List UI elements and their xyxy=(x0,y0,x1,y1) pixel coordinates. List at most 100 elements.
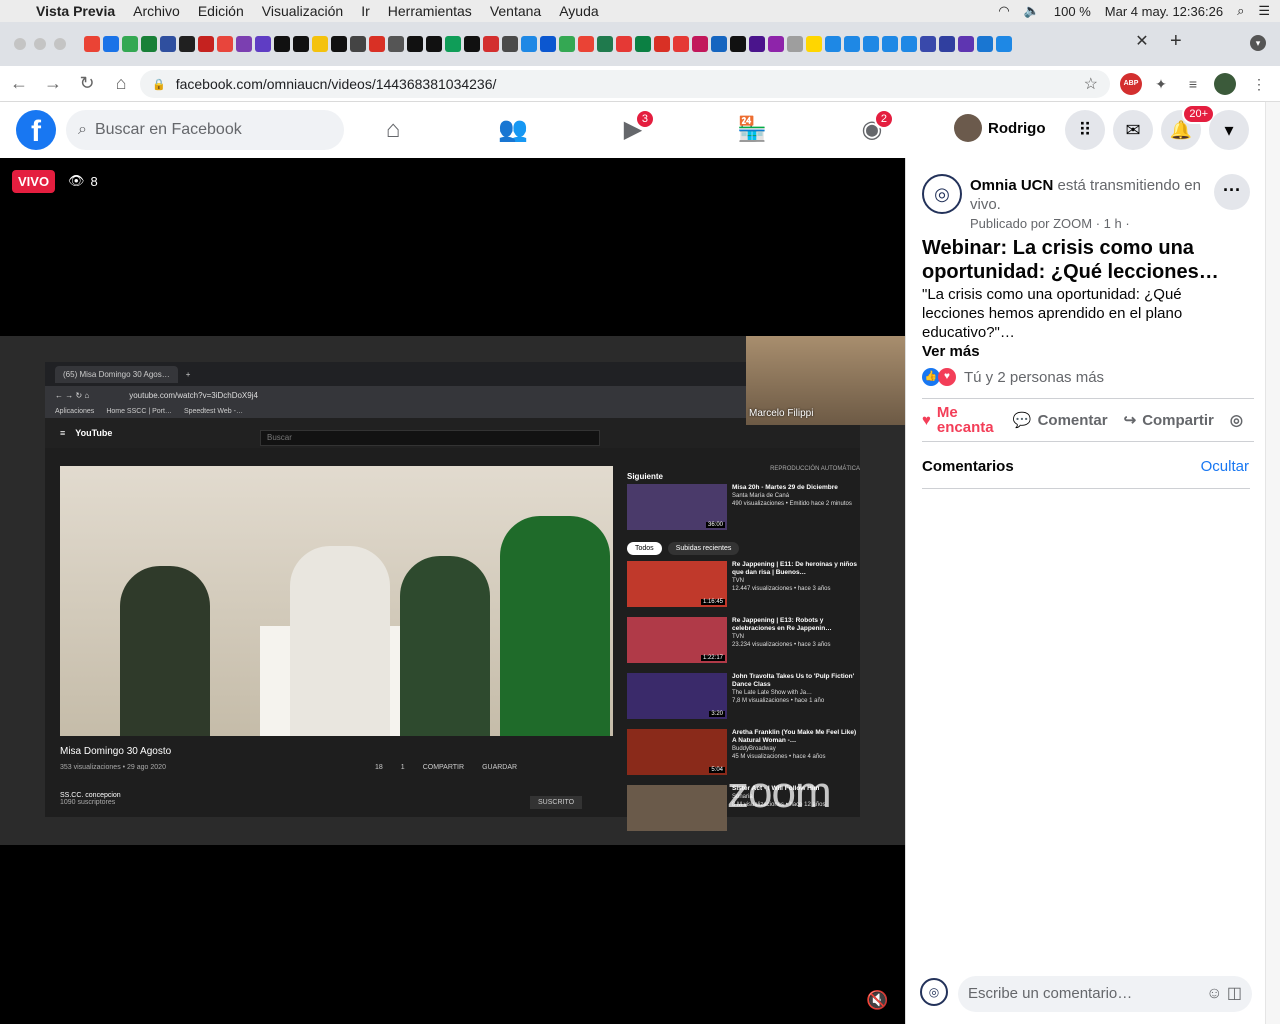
hide-comments-link[interactable]: Ocultar xyxy=(1201,458,1249,475)
pinned-tab-favicon[interactable] xyxy=(350,36,366,52)
pinned-tab-favicon[interactable] xyxy=(673,36,689,52)
pinned-tab-favicon[interactable] xyxy=(141,36,157,52)
pinned-tab-favicon[interactable] xyxy=(312,36,328,52)
back-icon[interactable]: ← xyxy=(4,73,34,94)
friends-nav-icon[interactable]: 👥 xyxy=(493,112,533,148)
pinned-tab-favicon[interactable] xyxy=(939,36,955,52)
emoji-sticker-icons[interactable]: ☺ ◫ xyxy=(1206,976,1242,1012)
menu-ayuda[interactable]: Ayuda xyxy=(559,3,598,19)
pinned-tab-favicon[interactable] xyxy=(825,36,841,52)
reactions-summary[interactable]: 👍 ♥ Tú y 2 personas más xyxy=(922,368,1104,386)
volume-muted-icon[interactable]: 🔇 xyxy=(866,990,888,1011)
lock-icon[interactable]: 🔒 xyxy=(152,78,166,91)
minimize-window-icon[interactable] xyxy=(34,38,46,50)
wifi-icon[interactable]: ◠ xyxy=(998,3,1009,19)
pinned-tab-favicon[interactable] xyxy=(863,36,879,52)
pinned-tab-favicon[interactable] xyxy=(483,36,499,52)
pinned-tab-favicon[interactable] xyxy=(122,36,138,52)
pinned-tab-favicon[interactable] xyxy=(730,36,746,52)
pinned-tab-favicon[interactable] xyxy=(844,36,860,52)
pinned-tab-favicon[interactable] xyxy=(198,36,214,52)
pinned-tab-favicon[interactable] xyxy=(787,36,803,52)
comment-button[interactable]: 💬 Comentar xyxy=(1013,411,1108,430)
menu-ir[interactable]: Ir xyxy=(361,3,370,19)
pinned-tab-favicon[interactable] xyxy=(84,36,100,52)
pinned-tab-favicon[interactable] xyxy=(103,36,119,52)
menu-archivo[interactable]: Archivo xyxy=(133,3,180,19)
volume-icon[interactable]: 🔈 xyxy=(1024,3,1040,19)
pinned-tab-favicon[interactable] xyxy=(540,36,556,52)
chrome-menu-icon[interactable]: ⋮ xyxy=(1248,73,1270,95)
pinned-tab-favicon[interactable] xyxy=(578,36,594,52)
love-button[interactable]: ♥ Me encanta xyxy=(922,405,997,435)
pinned-tab-favicon[interactable] xyxy=(977,36,993,52)
pinned-tab-favicon[interactable] xyxy=(806,36,822,52)
share-button[interactable]: ↪ Compartir xyxy=(1124,411,1214,430)
pinned-tab-favicon[interactable] xyxy=(901,36,917,52)
pinned-tab-favicon[interactable] xyxy=(331,36,347,52)
pinned-tab-favicon[interactable] xyxy=(160,36,176,52)
pinned-tab-favicon[interactable] xyxy=(445,36,461,52)
pinned-tab-favicon[interactable] xyxy=(996,36,1012,52)
pinned-tab-favicon[interactable] xyxy=(749,36,765,52)
pinned-tab-favicon[interactable] xyxy=(616,36,632,52)
pinned-tab-favicon[interactable] xyxy=(179,36,195,52)
facebook-search[interactable]: ⌕ Buscar en Facebook xyxy=(66,110,344,150)
control-center-icon[interactable]: ☰ xyxy=(1258,3,1270,19)
marketplace-nav-icon[interactable]: 🏪 xyxy=(732,112,772,148)
extensions-icon[interactable]: ✦ xyxy=(1150,73,1172,95)
messenger-icon[interactable]: ✉ xyxy=(1113,110,1153,150)
pinned-tab-favicon[interactable] xyxy=(464,36,480,52)
pinned-tab-favicon[interactable] xyxy=(768,36,784,52)
post-options-icon[interactable]: ··· xyxy=(1214,174,1250,210)
groups-nav-icon[interactable]: ◉ 2 xyxy=(852,109,894,148)
pinned-tab-favicon[interactable] xyxy=(635,36,651,52)
adblock-icon[interactable]: ABP xyxy=(1120,73,1142,95)
menu-grid-icon[interactable]: ⠿ xyxy=(1065,110,1105,150)
see-more-link[interactable]: Ver más xyxy=(922,343,980,360)
video-player[interactable]: VIVO 👁 8 (65) Misa Domingo 30 Agos… + ← … xyxy=(0,158,905,1024)
pinned-tab-favicon[interactable] xyxy=(692,36,708,52)
menu-edicion[interactable]: Edición xyxy=(198,3,244,19)
menu-herramientas[interactable]: Herramientas xyxy=(388,3,472,19)
pinned-tab-favicon[interactable] xyxy=(274,36,290,52)
post-time[interactable]: · 1 h · xyxy=(1096,216,1130,231)
tab-close-icon[interactable]: ✕ xyxy=(1130,30,1154,54)
pinned-tab-favicon[interactable] xyxy=(521,36,537,52)
pinned-tab-favicon[interactable] xyxy=(236,36,252,52)
reading-list-icon[interactable]: ≡ xyxy=(1182,73,1204,95)
profile-link[interactable]: Rodrigo xyxy=(954,114,1046,142)
pinned-tab-favicon[interactable] xyxy=(388,36,404,52)
pinned-tab-favicon[interactable] xyxy=(958,36,974,52)
clock[interactable]: Mar 4 may. 12:36:26 xyxy=(1105,4,1223,19)
pinned-tab-favicon[interactable] xyxy=(502,36,518,52)
bookmark-star-icon[interactable]: ☆ xyxy=(1084,74,1098,94)
page-name[interactable]: Omnia UCN xyxy=(970,177,1053,194)
page-avatar[interactable]: ◎ xyxy=(922,174,962,214)
forward-icon[interactable]: → xyxy=(38,73,68,94)
url-field[interactable]: 🔒 facebook.com/omniaucn/videos/144368381… xyxy=(140,70,1110,98)
pinned-tab-favicon[interactable] xyxy=(426,36,442,52)
home-icon[interactable]: ⌂ xyxy=(106,73,136,94)
menu-visualizacion[interactable]: Visualización xyxy=(262,3,343,19)
close-window-icon[interactable] xyxy=(14,38,26,50)
pinned-tab-favicon[interactable] xyxy=(559,36,575,52)
spotlight-icon[interactable]: ⌕ xyxy=(1237,3,1244,19)
app-menu[interactable]: Vista Previa xyxy=(36,3,115,19)
pinned-tab-favicon[interactable] xyxy=(407,36,423,52)
battery-text[interactable]: 100 % xyxy=(1054,4,1091,19)
profile-avatar[interactable] xyxy=(1214,73,1236,95)
new-tab-button[interactable]: + xyxy=(1170,30,1182,53)
maximize-window-icon[interactable] xyxy=(54,38,66,50)
account-dropdown-icon[interactable]: ▾ xyxy=(1209,110,1249,150)
notifications-icon[interactable]: 🔔 20+ xyxy=(1161,104,1215,150)
pinned-tab-favicon[interactable] xyxy=(369,36,385,52)
pinned-tab-favicon[interactable] xyxy=(920,36,936,52)
comment-input[interactable]: Escribe un comentario… ☺ ◫ xyxy=(958,976,1252,1012)
pinned-tab-favicon[interactable] xyxy=(711,36,727,52)
page-scrollbar[interactable] xyxy=(1265,102,1280,1024)
reload-icon[interactable]: ↻ xyxy=(72,73,102,94)
facebook-logo[interactable]: f xyxy=(16,110,56,150)
actor-selector[interactable]: ◎ xyxy=(1230,411,1243,429)
menu-ventana[interactable]: Ventana xyxy=(490,3,541,19)
